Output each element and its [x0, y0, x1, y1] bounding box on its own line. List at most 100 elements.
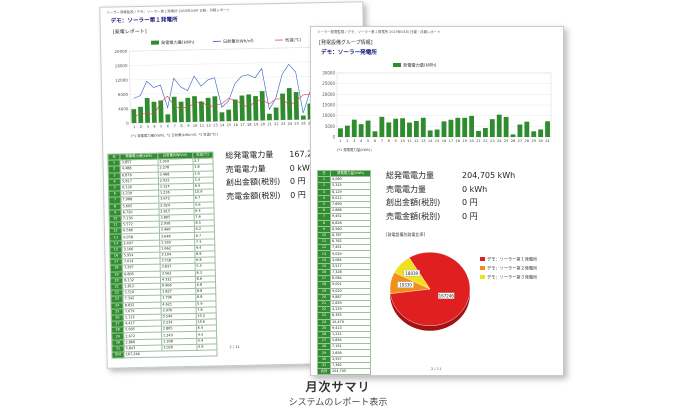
- x-tick-label: 17: [240, 123, 245, 127]
- summary-row: 総発電電力量 204,705 kWh: [386, 169, 515, 183]
- x-tick-label: 20: [261, 122, 266, 126]
- legend-label: 日射量(kWh/㎡): [223, 37, 254, 45]
- bar: [517, 124, 523, 137]
- x-tick-label: 2: [140, 125, 142, 129]
- x-tick-label: 27: [518, 139, 523, 143]
- total-value: 204,705: [330, 367, 371, 375]
- summary-label: 売電金額(税別): [386, 211, 441, 221]
- total-label: 合計: [111, 351, 125, 359]
- generation-chart-svg: 0500010000150002000025000300001 2 3 4 5 6 7 8 9 1…: [322, 62, 552, 152]
- x-tick-label: 10: [400, 139, 405, 143]
- bar: [538, 129, 544, 137]
- bar: [267, 113, 272, 121]
- legend-swatch: [480, 257, 485, 261]
- axis-note: (*1 発電電力量(kWh), *2 日射量(kWh/㎡), *3 気温(℃)): [131, 131, 219, 138]
- bar: [259, 91, 266, 121]
- x-tick-label: 19: [254, 122, 259, 126]
- y-tick-label: 20000: [114, 49, 127, 54]
- bar: [496, 114, 502, 137]
- bar: [386, 122, 392, 137]
- bar: [151, 101, 157, 123]
- x-tick-label: 26: [511, 139, 516, 143]
- x-tick-label: 16: [233, 123, 238, 127]
- summary-label: 売電電力量: [386, 184, 426, 194]
- bar: [344, 125, 350, 137]
- bar: [448, 119, 454, 137]
- summary-value: 0 円: [462, 198, 478, 207]
- x-tick-label: 9: [187, 124, 190, 128]
- legend-swatch: [480, 275, 485, 279]
- bar: [358, 124, 364, 137]
- bar: [393, 118, 399, 137]
- x-tick-label: 15: [227, 123, 232, 127]
- x-tick-label: 8: [180, 124, 183, 128]
- x-tick-label: 1: [339, 139, 341, 143]
- bar: [483, 127, 488, 137]
- summary-row: 創出金額(税別) 0 円: [386, 196, 515, 210]
- summary-block: 総発電電力量 167,2 売電電力量 0 kWh 創出金額(税別) 0 円売電金額(税別)…: [225, 147, 315, 203]
- x-tick-label: 14: [220, 123, 225, 127]
- bar: [293, 92, 299, 120]
- summary-label: 創出金額(税別): [225, 177, 281, 188]
- axis-note: (*1 発電電力量(kWh)): [337, 147, 372, 152]
- bar: [253, 96, 259, 121]
- caption-subtitle: システムのレポート表示: [288, 398, 388, 408]
- x-tick-label: 28: [525, 139, 530, 143]
- pie-value-label: 19330: [399, 282, 412, 287]
- bar: [158, 100, 164, 123]
- x-tick-label: 30: [538, 139, 543, 143]
- pie-value-label: 167246: [439, 293, 455, 298]
- bar: [300, 115, 306, 120]
- page-number: 2 / 11: [431, 367, 442, 371]
- legend-label: 気温(℃): [285, 36, 302, 43]
- report-sheet-front: ソーラー発電監視 / デモ：ソーラー第１発電所 2019年04月 日報・月報レポ…: [310, 26, 564, 376]
- bar: [524, 121, 530, 137]
- pie-chart: 167246 19330 18039 デモ：ソーラー第１発電所 デモ：ソーラー第２発電所…: [384, 239, 554, 353]
- bar: [212, 96, 218, 122]
- x-tick-label: 20: [469, 139, 474, 143]
- bar: [365, 120, 371, 137]
- total-value: 167,246: [124, 349, 218, 359]
- x-tick-label: 3: [353, 139, 355, 143]
- x-tick-label: 10: [193, 124, 198, 128]
- bar: [372, 131, 378, 137]
- x-tick-label: 22: [274, 122, 279, 126]
- x-tick-label: 13: [213, 123, 218, 127]
- daily-generation-table: 日発電電力量(kWh) 1 4,060 2 5,315 3 8,129 4 6,012 5 7,6…: [317, 169, 371, 375]
- x-tick-label: 18: [456, 139, 461, 143]
- y-tick-label: 16000: [115, 63, 128, 68]
- x-tick-label: 21: [267, 122, 272, 126]
- total-label: 合計: [317, 367, 331, 375]
- daily-generation-table: 日発電電力量(kWh) 日射量(kWh/㎡) 気温(℃) 1 3,857 2.059 2.…: [107, 151, 218, 359]
- bar: [441, 121, 447, 137]
- bar: [469, 115, 475, 137]
- legend-swatch: [150, 40, 160, 45]
- summary-value: 0 円: [289, 176, 306, 186]
- x-tick-label: 21: [476, 139, 481, 143]
- bar: [545, 121, 550, 137]
- bar: [192, 96, 198, 122]
- bar: [407, 122, 412, 137]
- x-tick-label: 5: [367, 139, 369, 143]
- x-tick-label: 15: [435, 139, 440, 143]
- x-tick-label: 25: [294, 122, 299, 126]
- x-tick-label: 26: [301, 121, 306, 125]
- bar: [427, 130, 433, 137]
- summary-label: 売電電力量: [225, 163, 266, 174]
- x-tick-label: 11: [407, 139, 412, 143]
- stage: ソーラー発電監視 / デモ：ソーラー第１発電所 2019年04月 日報・月報レポ…: [0, 0, 676, 420]
- y-tick-label: 0: [332, 135, 335, 140]
- bar: [185, 97, 191, 123]
- x-tick-label: 24: [497, 139, 502, 143]
- bar: [165, 114, 171, 123]
- bar: [531, 131, 537, 137]
- bar: [239, 95, 245, 121]
- bar: [178, 101, 184, 123]
- x-tick-label: 24: [288, 122, 293, 126]
- x-tick-label: 29: [531, 139, 536, 143]
- bar: [379, 116, 385, 137]
- legend-label: デモ：ソーラー第２発電所: [487, 265, 537, 272]
- y-tick-label: 20000: [322, 92, 335, 97]
- summary-label: 売電金額(税別): [226, 190, 281, 201]
- x-tick-label: 11: [200, 124, 205, 128]
